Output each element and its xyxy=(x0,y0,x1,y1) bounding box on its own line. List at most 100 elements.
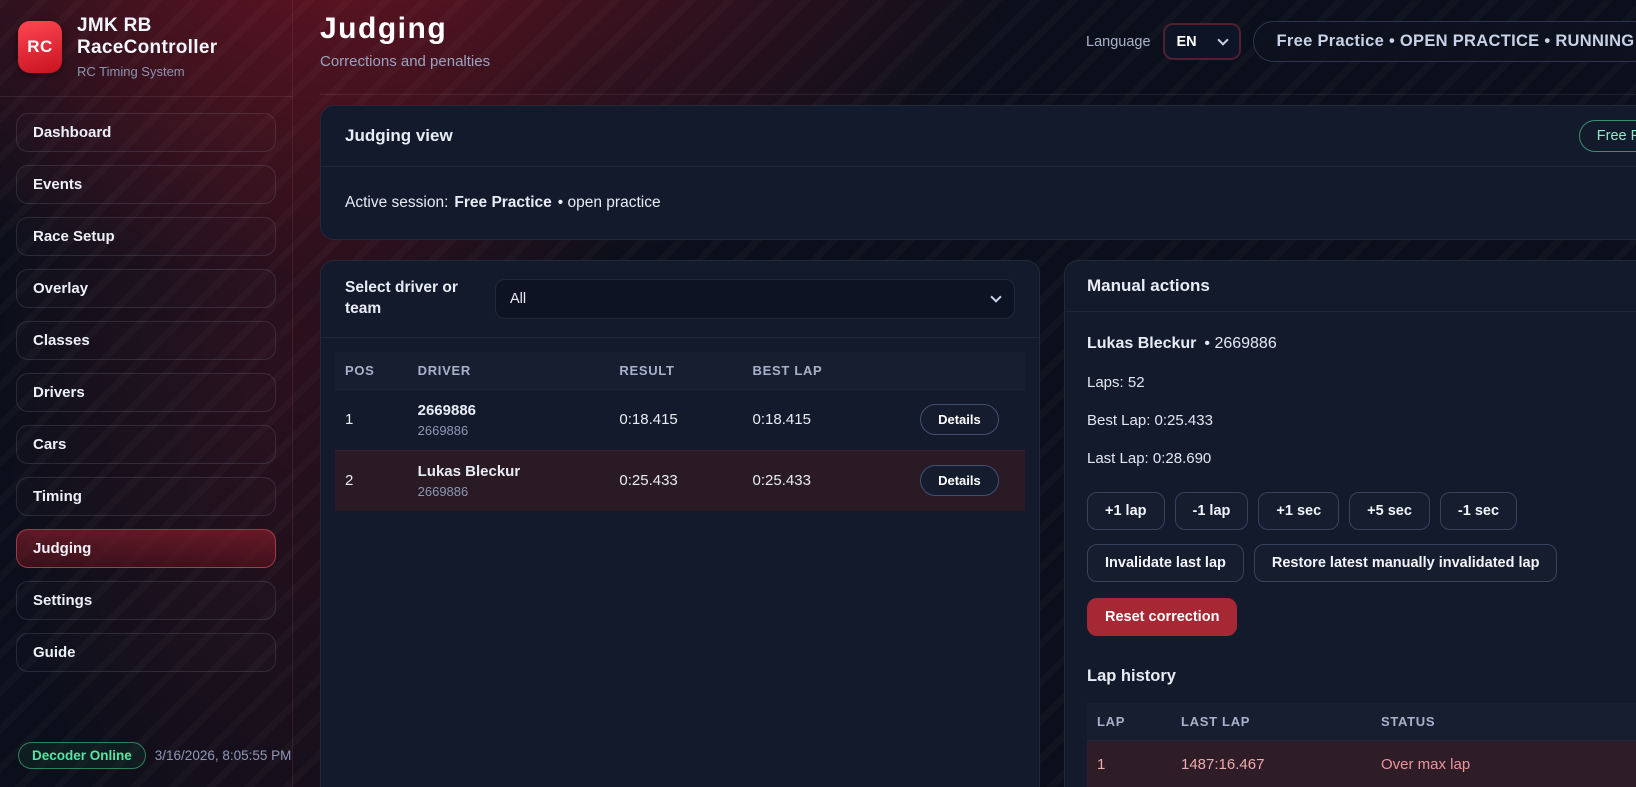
clock-timestamp: 3/16/2026, 8:05:55 PM xyxy=(155,748,292,763)
judging-view-title: Judging view xyxy=(345,126,453,146)
session-type-badge: Free Practice xyxy=(1579,120,1636,152)
laps-line: Laps: 52 xyxy=(1087,374,1636,391)
row-driver-cell: 2669886 2669886 xyxy=(408,389,610,450)
col-header-last-lap: LAST LAP xyxy=(1171,703,1371,741)
results-table-header-row: POS DRIVER RESULT BEST LAP xyxy=(335,352,1025,390)
driver-select-value: All xyxy=(510,291,526,307)
selected-driver-line: Lukas Bleckur • 2669886 xyxy=(1087,335,1636,353)
session-status-pill: Free Practice • OPEN PRACTICE • RUNNING xyxy=(1253,21,1636,62)
col-header-pos: POS xyxy=(335,352,408,390)
sidebar-item-dashboard[interactable]: Dashboard xyxy=(16,113,276,152)
app-title-block: JMK RB RaceController RC Timing System xyxy=(77,15,217,79)
row-pos: 1 xyxy=(335,389,408,450)
active-session-label: Active session: xyxy=(345,194,448,211)
results-table: POS DRIVER RESULT BEST LAP 1 xyxy=(335,352,1025,511)
reset-row: Reset correction xyxy=(1087,598,1636,636)
app-name-line2: RaceController xyxy=(77,37,217,59)
lap-last-time: 1487:16.467 xyxy=(1171,741,1371,787)
app-logo-block: RC JMK RB RaceController RC Timing Syste… xyxy=(0,0,292,97)
sidebar: RC JMK RB RaceController RC Timing Syste… xyxy=(0,0,293,787)
lap-number: 1 xyxy=(1087,741,1171,787)
row-driver-name: 2669886 xyxy=(418,402,600,419)
chevron-down-icon xyxy=(990,291,1001,302)
driver-results-card: Select driver or team All POS DRIVER RES… xyxy=(320,260,1040,787)
app-tagline: RC Timing System xyxy=(77,64,217,79)
sidebar-item-race-setup[interactable]: Race Setup xyxy=(16,217,276,256)
sidebar-nav: Dashboard Events Race Setup Overlay Clas… xyxy=(0,97,292,672)
active-session-name: Free Practice xyxy=(454,194,551,211)
row-pos: 2 xyxy=(335,450,408,511)
content-columns: Select driver or team All POS DRIVER RES… xyxy=(320,260,1636,787)
row-driver-sub: 2669886 xyxy=(418,423,600,438)
table-row[interactable]: 1 2669886 2669886 0:18.415 0:18.415 Deta… xyxy=(335,389,1025,450)
manual-actions-title: Manual actions xyxy=(1065,261,1636,312)
driver-select-label: Select driver or team xyxy=(345,278,473,320)
page-header: Judging Corrections and penalties Langua… xyxy=(320,0,1636,95)
plus-1-sec-button[interactable]: +1 sec xyxy=(1258,492,1339,530)
judging-view-card: Judging view Free Practice Active sessio… xyxy=(320,105,1636,240)
row-driver-cell: Lukas Bleckur 2669886 xyxy=(408,450,610,511)
lap-history-table: LAP LAST LAP STATUS 1 1487:16.467 Over m… xyxy=(1087,703,1636,787)
sidebar-item-judging[interactable]: Judging xyxy=(16,529,276,568)
restore-invalidated-lap-button[interactable]: Restore latest manually invalidated lap xyxy=(1254,544,1558,582)
minus-1-sec-button[interactable]: -1 sec xyxy=(1440,492,1517,530)
col-header-result: RESULT xyxy=(609,352,742,390)
driver-select[interactable]: All xyxy=(495,279,1015,319)
sidebar-item-settings[interactable]: Settings xyxy=(16,581,276,620)
row-best-lap: 0:25.433 xyxy=(743,450,894,511)
details-button[interactable]: Details xyxy=(920,465,999,496)
reset-correction-button[interactable]: Reset correction xyxy=(1087,598,1237,636)
selected-driver-name: Lukas Bleckur xyxy=(1087,335,1196,352)
details-button[interactable]: Details xyxy=(920,404,999,435)
manual-actions-body: Lukas Bleckur • 2669886 Laps: 52 Best Lap… xyxy=(1065,312,1636,787)
driver-filter-row: Select driver or team All xyxy=(321,261,1039,337)
active-session-suffix: • open practice xyxy=(558,194,661,211)
lap-validity-buttons: Invalidate last lap Restore latest manua… xyxy=(1087,544,1636,582)
minus-1-lap-button[interactable]: -1 lap xyxy=(1175,492,1249,530)
row-result: 0:25.433 xyxy=(609,450,742,511)
sidebar-item-guide[interactable]: Guide xyxy=(16,633,276,672)
chevron-down-icon xyxy=(1217,34,1228,45)
col-header-driver: DRIVER xyxy=(408,352,610,390)
col-header-best-lap: BEST LAP xyxy=(743,352,894,390)
sidebar-item-overlay[interactable]: Overlay xyxy=(16,269,276,308)
lap-history-title: Lap history xyxy=(1087,667,1636,686)
active-session-line: Active session: Free Practice • open pract… xyxy=(321,167,1636,239)
plus-5-sec-button[interactable]: +5 sec xyxy=(1349,492,1430,530)
manual-actions-card: Manual actions Lukas Bleckur • 2669886 La… xyxy=(1064,260,1636,787)
language-select[interactable]: EN xyxy=(1163,23,1241,60)
decoder-status-badge: Decoder Online xyxy=(18,742,146,769)
language-select-value: EN xyxy=(1177,34,1197,50)
row-driver-name: Lukas Bleckur xyxy=(418,463,600,480)
race-controller-app: RC JMK RB RaceController RC Timing Syste… xyxy=(0,0,1636,787)
header-right: Language EN Free Practice • OPEN PRACTIC… xyxy=(1086,21,1636,62)
sidebar-item-events[interactable]: Events xyxy=(16,165,276,204)
plus-1-lap-button[interactable]: +1 lap xyxy=(1087,492,1165,530)
app-logo-icon: RC xyxy=(18,21,62,73)
lap-history-table-wrap: LAP LAST LAP STATUS 1 1487:16.467 Over m… xyxy=(1087,703,1636,787)
best-lap-line: Best Lap: 0:25.433 xyxy=(1087,412,1636,429)
col-header-lap: LAP xyxy=(1087,703,1171,741)
sidebar-item-drivers[interactable]: Drivers xyxy=(16,373,276,412)
sidebar-item-cars[interactable]: Cars xyxy=(16,425,276,464)
main-content: Judging Corrections and penalties Langua… xyxy=(293,0,1636,787)
last-lap-line: Last Lap: 0:28.690 xyxy=(1087,450,1636,467)
invalidate-last-lap-button[interactable]: Invalidate last lap xyxy=(1087,544,1244,582)
lap-history-header-row: LAP LAST LAP STATUS xyxy=(1087,703,1636,741)
lap-status: Over max lap xyxy=(1371,741,1636,787)
col-header-action xyxy=(894,352,1025,390)
selected-driver-number: • 2669886 xyxy=(1204,335,1276,352)
col-header-status: STATUS xyxy=(1371,703,1636,741)
sidebar-item-classes[interactable]: Classes xyxy=(16,321,276,360)
lap-history-row: 1 1487:16.467 Over max lap xyxy=(1087,741,1636,787)
sidebar-item-timing[interactable]: Timing xyxy=(16,477,276,516)
row-action-cell: Details xyxy=(894,450,1025,511)
row-best-lap: 0:18.415 xyxy=(743,389,894,450)
sidebar-footer: Decoder Online 3/16/2026, 8:05:55 PM xyxy=(0,724,292,787)
app-name-line1: JMK RB xyxy=(77,15,217,37)
table-row-selected[interactable]: 2 Lukas Bleckur 2669886 0:25.433 0:25.43… xyxy=(335,450,1025,511)
judging-view-header: Judging view Free Practice xyxy=(321,106,1636,167)
results-table-wrap: POS DRIVER RESULT BEST LAP 1 xyxy=(321,337,1039,511)
lap-adjust-buttons: +1 lap -1 lap +1 sec +5 sec -1 sec xyxy=(1087,492,1636,530)
row-result: 0:18.415 xyxy=(609,389,742,450)
